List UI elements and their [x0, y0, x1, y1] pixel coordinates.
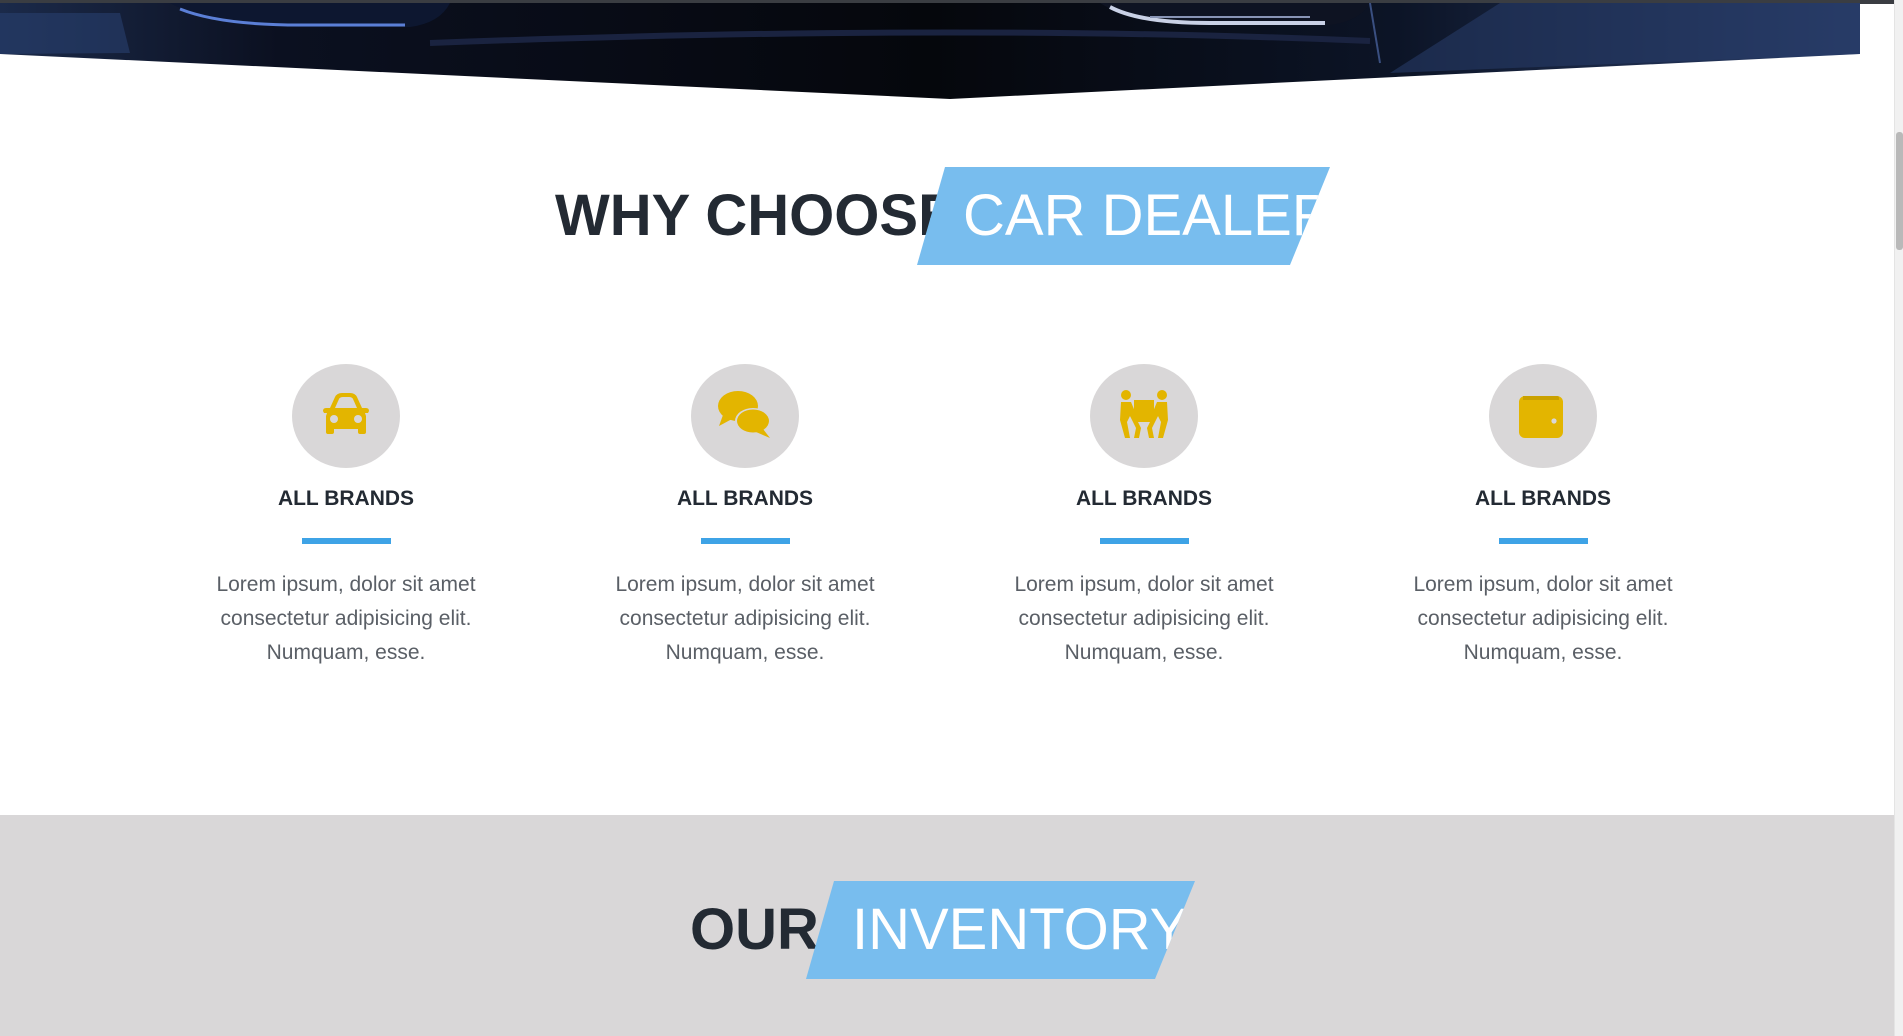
feature-divider: [1100, 538, 1189, 544]
feature-description: Lorem ipsum, dolor sit amet consectetur …: [615, 573, 875, 664]
heading-dark-text: OUR: [690, 897, 819, 962]
hero-car-image: [0, 3, 1860, 99]
feature-icon-circle: [691, 364, 799, 468]
why-choose-heading: WHY CHOOSE CAR DEALER: [555, 167, 1330, 265]
heading-highlight-text: INVENTORY: [852, 897, 1189, 962]
heading-dark-text: WHY CHOOSE: [555, 183, 957, 248]
feature-icon-circle: [292, 364, 400, 468]
feature-divider: [701, 538, 790, 544]
feature-icon-circle: [1489, 364, 1597, 468]
heading-highlight-badge: INVENTORY: [806, 881, 1195, 979]
feature-divider: [302, 538, 391, 544]
feature-description: Lorem ipsum, dolor sit amet consectetur …: [1413, 573, 1673, 664]
feature-icon-circle: [1090, 364, 1198, 468]
feature-description: Lorem ipsum, dolor sit amet consectetur …: [1014, 573, 1274, 664]
chat-bubbles-icon: [718, 391, 771, 438]
feature-title: ALL BRANDS: [676, 487, 814, 510]
scrollbar-thumb[interactable]: [1896, 132, 1903, 250]
car-icon: [323, 393, 369, 434]
feature-title: ALL BRANDS: [277, 487, 415, 510]
page-scrollbar[interactable]: [1894, 0, 1903, 1036]
feature-title: ALL BRANDS: [1075, 487, 1213, 510]
people-carry-icon: [1120, 390, 1168, 438]
heading-highlight-badge: CAR DEALER: [917, 167, 1330, 265]
inventory-section: OUR INVENTORY: [0, 815, 1894, 1036]
page: WHY CHOOSE CAR DEALER ALL BRANDS Lorem i…: [0, 0, 1903, 1036]
wallet-icon: [1519, 396, 1563, 438]
feature-description: Lorem ipsum, dolor sit amet consectetur …: [216, 573, 476, 664]
feature-title: ALL BRANDS: [1474, 487, 1612, 510]
heading-highlight-text: CAR DEALER: [963, 183, 1334, 248]
inventory-heading: OUR INVENTORY: [690, 881, 1195, 979]
feature-divider: [1499, 538, 1588, 544]
